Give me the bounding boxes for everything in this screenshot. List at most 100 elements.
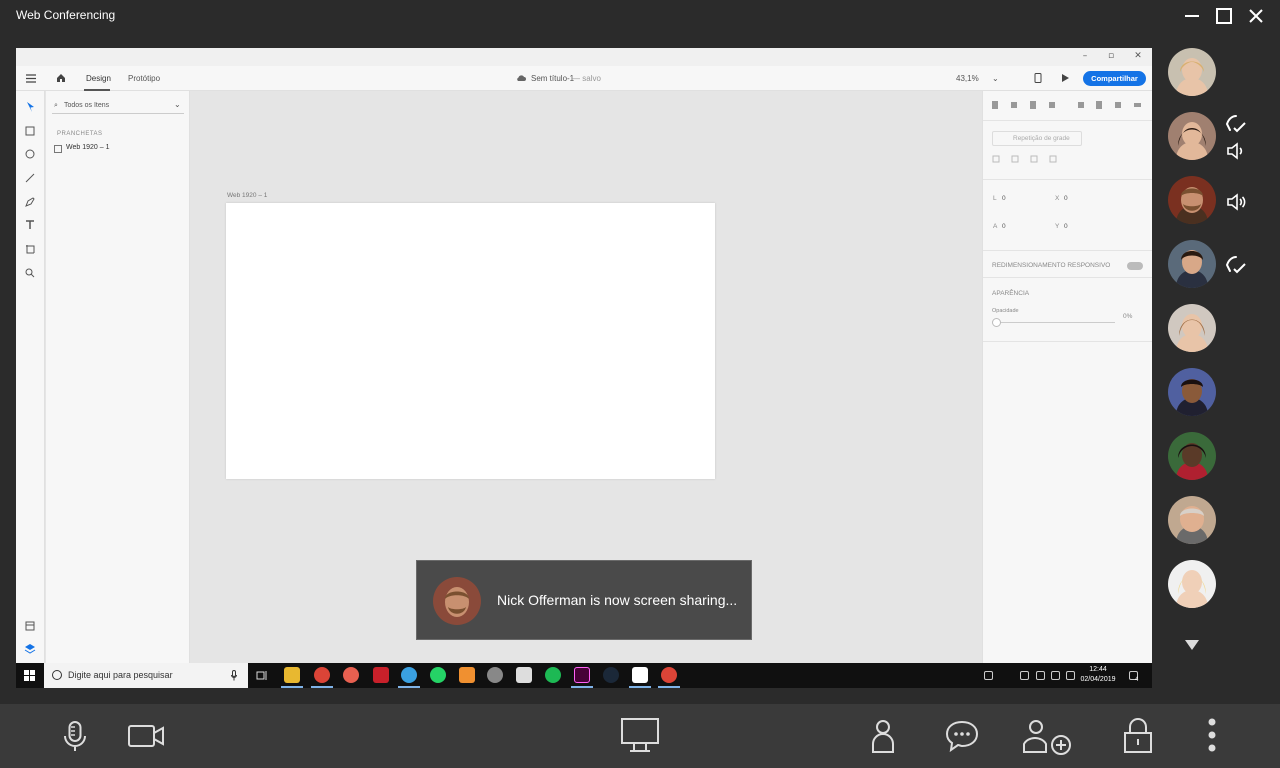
- title-bar: Web Conferencing: [0, 0, 1280, 32]
- active-app-indicator: [398, 686, 420, 688]
- opacity-label: Opacidade: [992, 308, 1019, 314]
- network-icon: [1020, 671, 1029, 680]
- maximize-icon[interactable]: [1212, 4, 1236, 28]
- chat-icon[interactable]: [942, 716, 982, 756]
- camera-icon[interactable]: [126, 716, 166, 756]
- active-app-indicator: [629, 686, 651, 688]
- active-app-indicator: [281, 686, 303, 688]
- telegram-app-icon: [401, 667, 417, 683]
- screen-share-icon[interactable]: [620, 716, 660, 756]
- participant-avatar[interactable]: [1168, 112, 1216, 160]
- app-icon: [373, 667, 389, 683]
- participant-avatar[interactable]: [1168, 368, 1216, 416]
- xd-menu-bar: Design Protótipo Sem título-1 — salvo 43…: [16, 66, 1152, 91]
- chevron-down-icon: ⌄: [992, 74, 999, 83]
- volume-icon: [1051, 671, 1060, 680]
- participant-avatar[interactable]: [1168, 496, 1216, 544]
- active-app-indicator: [658, 686, 680, 688]
- avatar: [433, 577, 481, 625]
- participant-avatar[interactable]: [1168, 432, 1216, 480]
- photos-app-icon: [632, 667, 648, 683]
- align-icons: [992, 101, 1141, 109]
- cloud-icon: [517, 75, 526, 81]
- layers-search: Todos os Itens: [52, 100, 184, 114]
- device-preview-icon: [1034, 73, 1042, 83]
- divider: [983, 341, 1152, 342]
- pen-workspace-icon: [1066, 671, 1075, 680]
- assets-icon: [24, 619, 36, 631]
- xd-tools: [16, 91, 45, 663]
- steam-app-icon: [603, 667, 619, 683]
- rectangle-tool-icon: [24, 124, 36, 136]
- participant-avatar[interactable]: [1168, 240, 1216, 288]
- participant-avatar[interactable]: [1168, 304, 1216, 352]
- properties-panel: Repetição de grade L 0 X 0 A 0 Y 0 REDIM…: [982, 91, 1152, 663]
- layers-section-title: PRANCHETAS: [57, 131, 103, 137]
- active-app-indicator: [571, 686, 593, 688]
- xd-share-button: Compartilhar: [1083, 71, 1146, 86]
- web-conferencing-app: Web Conferencing – ▫ ✕ Design Protótipo …: [0, 0, 1280, 768]
- opacity-value: 0%: [1123, 313, 1133, 320]
- close-icon[interactable]: [1244, 4, 1268, 28]
- taskbar-time: 12:44: [1089, 666, 1107, 673]
- minimize-icon[interactable]: [1180, 4, 1204, 28]
- responsive-toggle: [1127, 262, 1143, 270]
- width-label: L: [993, 195, 997, 202]
- raise-hand-check-icon: [1224, 112, 1248, 136]
- taskbar-search: Digite aqui para pesquisar: [44, 663, 248, 688]
- zoom-tool-icon: [24, 266, 36, 278]
- participants-icon[interactable]: [863, 716, 903, 756]
- active-app-indicator: [311, 686, 333, 688]
- hamburger-icon: [26, 74, 36, 83]
- width-value: 0: [1002, 195, 1006, 202]
- participant-avatar[interactable]: [1168, 48, 1216, 96]
- lock-icon[interactable]: [1118, 716, 1158, 756]
- people-icon: [984, 671, 993, 680]
- xd-tab-prototype: Protótipo: [128, 74, 161, 83]
- artboard-label: Web 1920 – 1: [227, 192, 268, 199]
- play-icon: [1062, 74, 1069, 82]
- layers-panel: Todos os Itens ⌕ ⌄ PRANCHETAS Web 1920 –…: [46, 91, 190, 663]
- adobe-xd-app-icon: [574, 667, 590, 683]
- xd-zoom: 43,1%: [956, 74, 979, 83]
- speaker-icon: [1224, 139, 1248, 163]
- participant-avatar[interactable]: [1168, 560, 1216, 608]
- sublime-app-icon: [459, 667, 475, 683]
- grid-repeat-button: Repetição de grade: [992, 131, 1082, 146]
- windows-start-icon: [24, 670, 35, 681]
- artboard: [226, 203, 715, 479]
- xd-tab-design: Design: [86, 74, 111, 83]
- opacity-slider-knob: [992, 318, 1001, 327]
- scroll-down-icon[interactable]: [1185, 640, 1199, 650]
- select-tool-icon: [24, 100, 36, 112]
- line-tool-icon: [24, 171, 36, 183]
- y-label: Y: [1055, 223, 1060, 230]
- screen-share-toast: Nick Offerman is now screen sharing...: [416, 560, 752, 640]
- spotify-app-icon: [545, 667, 561, 683]
- window-title: Web Conferencing: [16, 8, 116, 22]
- add-participant-icon[interactable]: [1021, 716, 1075, 756]
- more-options-icon[interactable]: [1192, 716, 1232, 756]
- home-icon: [57, 74, 65, 82]
- app-icon: [343, 667, 359, 683]
- boolean-ops-icons: [992, 155, 1057, 163]
- divider: [983, 250, 1152, 251]
- whatsapp-app-icon: [430, 667, 446, 683]
- taskbar-clock: 12:44 02/04/2019: [1078, 665, 1118, 685]
- appearance-label: APARÊNCIA: [992, 290, 1030, 297]
- microphone-icon[interactable]: [55, 716, 95, 756]
- search-icon: ⌕: [54, 102, 58, 109]
- xd-close-icon: ✕: [1134, 51, 1142, 61]
- layers-icon: [24, 642, 36, 654]
- ellipse-tool-icon: [24, 147, 36, 159]
- y-value: 0: [1064, 223, 1068, 230]
- speaker-icon: [1224, 190, 1248, 214]
- chevron-down-icon: ⌄: [174, 100, 181, 109]
- text-tool-icon: [24, 218, 36, 230]
- height-label: A: [993, 223, 998, 230]
- responsive-resize-label: REDIMENSIONAMENTO RESPONSIVO: [992, 262, 1111, 269]
- participant-avatar[interactable]: [1168, 176, 1216, 224]
- participants-panel: [1152, 32, 1280, 704]
- taskbar-date: 02/04/2019: [1080, 676, 1116, 683]
- raise-hand-check-icon: [1224, 253, 1248, 277]
